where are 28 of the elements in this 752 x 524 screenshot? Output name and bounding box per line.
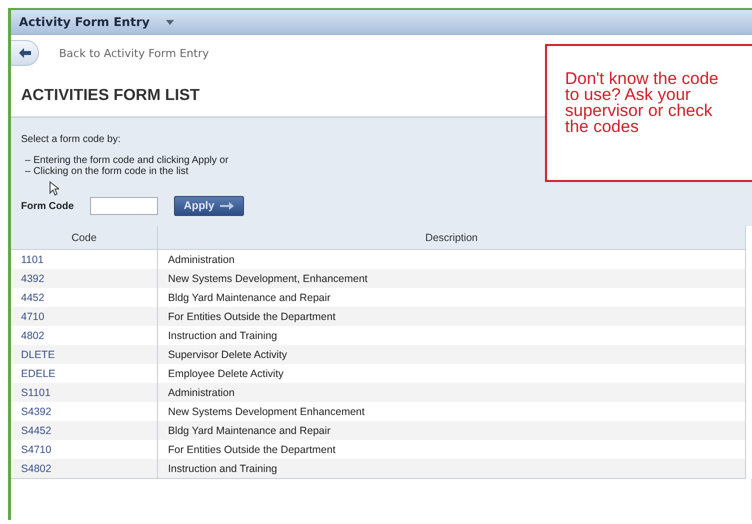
code-link[interactable]: S4802 [11, 459, 158, 478]
table-cell: For Entities Outside the Department [158, 307, 746, 326]
table-cell: Instruction and Training [158, 459, 746, 478]
code-link[interactable]: S1101 [11, 383, 158, 402]
back-link[interactable]: Back to Activity Form Entry [59, 46, 209, 60]
code-link[interactable]: S4452 [11, 421, 158, 440]
table-cell: Supervisor Delete Activity [158, 345, 746, 364]
form-code-field[interactable] [90, 197, 158, 215]
apply-button[interactable]: Apply [174, 196, 244, 216]
table-cell: Bldg Yard Maintenance and Repair [158, 421, 746, 440]
code-link[interactable]: DLETE [11, 345, 158, 364]
form-code-label: Form Code [21, 200, 74, 212]
cursor-icon [49, 181, 59, 196]
column-header: Code [11, 226, 158, 250]
instruction-item: – Clicking on the form code in the list [24, 166, 190, 177]
callout-note: Don't know the code to use? Ask your supervisor or check the codes [545, 44, 752, 182]
caret-icon[interactable] [166, 20, 174, 24]
instruction-item: – Entering the form code and clicking Apply or [24, 155, 230, 166]
right-arrow-icon [220, 202, 234, 210]
column-header: Description [158, 226, 746, 250]
table-cell: Administration [158, 383, 746, 402]
code-link[interactable]: 4710 [11, 307, 158, 326]
back-button[interactable] [11, 40, 39, 66]
instruction-text: Select a form code by: [21, 134, 122, 145]
code-link[interactable]: 4392 [11, 269, 158, 288]
window-title: Activity Form Entry [19, 15, 150, 29]
left-arrow-icon [18, 48, 30, 58]
table-cell: New Systems Development, Enhancement [158, 269, 746, 288]
